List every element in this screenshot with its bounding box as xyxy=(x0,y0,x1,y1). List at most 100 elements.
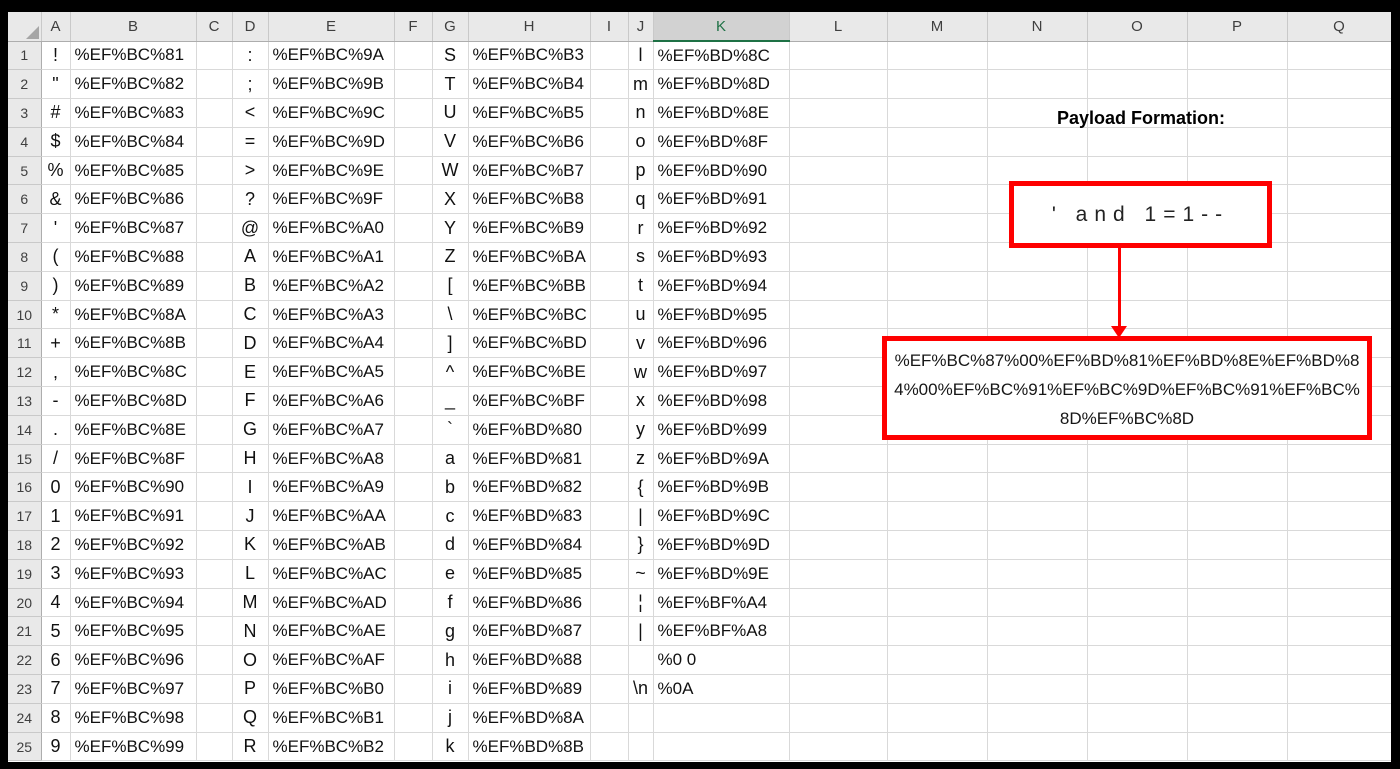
cell-D12[interactable]: E xyxy=(232,357,269,388)
cell-C22[interactable] xyxy=(196,645,233,676)
row-header-23[interactable]: 23 xyxy=(8,674,42,704)
cell-G6[interactable]: X xyxy=(432,184,469,215)
cell-B9[interactable]: %EF%BC%89 xyxy=(70,271,197,301)
cell-F6[interactable] xyxy=(394,184,433,215)
cell-L6[interactable] xyxy=(789,184,888,215)
cell-K24[interactable] xyxy=(653,703,790,733)
cell-B3[interactable]: %EF%BC%83 xyxy=(70,98,197,128)
row-header-21[interactable]: 21 xyxy=(8,616,42,647)
cell-K14[interactable]: %EF%BD%99 xyxy=(653,415,790,445)
cell-D19[interactable]: L xyxy=(232,559,269,589)
cell-H22[interactable]: %EF%BD%88 xyxy=(468,645,591,676)
cell-P15[interactable] xyxy=(1187,444,1288,474)
column-header-N[interactable]: N xyxy=(987,12,1088,42)
cell-C12[interactable] xyxy=(196,357,233,388)
cell-C1[interactable] xyxy=(196,41,233,71)
cell-E8[interactable]: %EF%BC%A1 xyxy=(268,242,395,272)
cell-K25[interactable] xyxy=(653,732,790,762)
cell-C17[interactable] xyxy=(196,501,233,532)
cell-H8[interactable]: %EF%BC%BA xyxy=(468,242,591,272)
cell-N2[interactable] xyxy=(987,69,1088,100)
cell-M6[interactable] xyxy=(887,184,988,215)
cell-K21[interactable]: %EF%BF%A8 xyxy=(653,616,790,647)
cell-L12[interactable] xyxy=(789,357,888,388)
row-header-14[interactable]: 14 xyxy=(8,415,42,445)
cell-A19[interactable]: 3 xyxy=(41,559,71,589)
cell-C7[interactable] xyxy=(196,213,233,244)
cell-O25[interactable] xyxy=(1087,732,1188,762)
column-header-E[interactable]: E xyxy=(268,12,395,42)
cell-L22[interactable] xyxy=(789,645,888,676)
cell-B7[interactable]: %EF%BC%87 xyxy=(70,213,197,244)
cell-I10[interactable] xyxy=(590,300,629,330)
cell-A23[interactable]: 7 xyxy=(41,674,71,704)
cell-N17[interactable] xyxy=(987,501,1088,532)
cell-O16[interactable] xyxy=(1087,472,1188,503)
cell-G16[interactable]: b xyxy=(432,472,469,503)
cell-F7[interactable] xyxy=(394,213,433,244)
cell-J18[interactable]: } xyxy=(628,530,654,560)
cell-F10[interactable] xyxy=(394,300,433,330)
cell-L21[interactable] xyxy=(789,616,888,647)
cell-I2[interactable] xyxy=(590,69,629,100)
cell-L13[interactable] xyxy=(789,386,888,416)
cell-B23[interactable]: %EF%BC%97 xyxy=(70,674,197,704)
cell-G23[interactable]: i xyxy=(432,674,469,704)
cell-H14[interactable]: %EF%BD%80 xyxy=(468,415,591,445)
cell-L18[interactable] xyxy=(789,530,888,560)
cell-N15[interactable] xyxy=(987,444,1088,474)
cell-C19[interactable] xyxy=(196,559,233,589)
cell-D11[interactable]: D xyxy=(232,328,269,359)
cell-O24[interactable] xyxy=(1087,703,1188,733)
cell-G4[interactable]: V xyxy=(432,127,469,157)
cell-I18[interactable] xyxy=(590,530,629,560)
cell-Q6[interactable] xyxy=(1287,184,1391,215)
cell-P4[interactable] xyxy=(1187,127,1288,157)
cell-B14[interactable]: %EF%BC%8E xyxy=(70,415,197,445)
cell-L11[interactable] xyxy=(789,328,888,359)
cell-D22[interactable]: O xyxy=(232,645,269,676)
cell-H11[interactable]: %EF%BC%BD xyxy=(468,328,591,359)
cell-K22[interactable]: %0 0 xyxy=(653,645,790,676)
cell-O2[interactable] xyxy=(1087,69,1188,100)
cell-F4[interactable] xyxy=(394,127,433,157)
cell-L16[interactable] xyxy=(789,472,888,503)
cell-J8[interactable]: s xyxy=(628,242,654,272)
cell-D3[interactable]: < xyxy=(232,98,269,128)
cell-D2[interactable]: ; xyxy=(232,69,269,100)
cell-A2[interactable]: " xyxy=(41,69,71,100)
cell-F3[interactable] xyxy=(394,98,433,128)
cell-A7[interactable]: ' xyxy=(41,213,71,244)
column-header-F[interactable]: F xyxy=(394,12,433,42)
cell-H24[interactable]: %EF%BD%8A xyxy=(468,703,591,733)
cell-J22[interactable] xyxy=(628,645,654,676)
cell-C8[interactable] xyxy=(196,242,233,272)
column-header-D[interactable]: D xyxy=(232,12,269,42)
cell-K3[interactable]: %EF%BD%8E xyxy=(653,98,790,128)
cell-N23[interactable] xyxy=(987,674,1088,704)
cell-C14[interactable] xyxy=(196,415,233,445)
cell-H18[interactable]: %EF%BD%84 xyxy=(468,530,591,560)
column-header-H[interactable]: H xyxy=(468,12,591,42)
cell-A17[interactable]: 1 xyxy=(41,501,71,532)
cell-Q7[interactable] xyxy=(1287,213,1391,244)
cell-H16[interactable]: %EF%BD%82 xyxy=(468,472,591,503)
cell-J4[interactable]: o xyxy=(628,127,654,157)
cell-J20[interactable]: ¦ xyxy=(628,588,654,618)
cell-O17[interactable] xyxy=(1087,501,1188,532)
cell-C9[interactable] xyxy=(196,271,233,301)
cell-D13[interactable]: F xyxy=(232,386,269,416)
cell-P21[interactable] xyxy=(1187,616,1288,647)
cell-A11[interactable]: + xyxy=(41,328,71,359)
cell-A12[interactable]: , xyxy=(41,357,71,388)
cell-H2[interactable]: %EF%BC%B4 xyxy=(468,69,591,100)
cell-O4[interactable] xyxy=(1087,127,1188,157)
cell-B18[interactable]: %EF%BC%92 xyxy=(70,530,197,560)
cell-L25[interactable] xyxy=(789,732,888,762)
row-header-13[interactable]: 13 xyxy=(8,386,42,416)
cell-Q16[interactable] xyxy=(1287,472,1391,503)
cell-C16[interactable] xyxy=(196,472,233,503)
cell-G19[interactable]: e xyxy=(432,559,469,589)
cell-I9[interactable] xyxy=(590,271,629,301)
cell-E10[interactable]: %EF%BC%A3 xyxy=(268,300,395,330)
